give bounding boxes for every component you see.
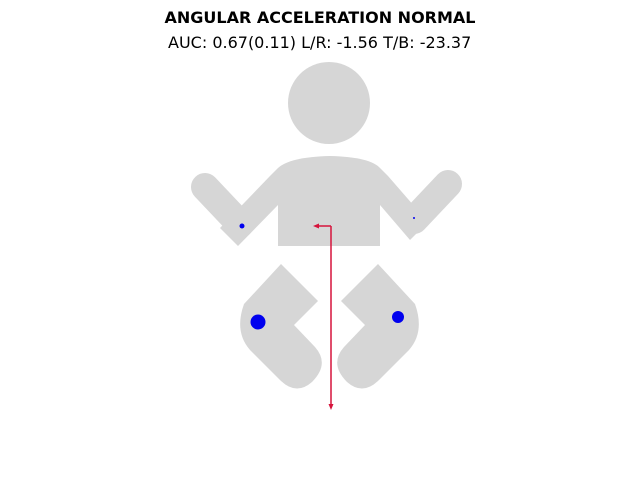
arrow-top-bottom-head [328,404,334,410]
right-leg-shape [337,264,419,389]
head-shape [288,62,370,144]
direction-arrows [313,223,334,410]
marker-right-leg [392,311,404,323]
marker-left-hand [239,223,245,229]
marker-left-leg [250,314,266,330]
marker-right-hand [413,217,415,219]
baby-figure [191,62,462,410]
torso-shape [278,156,380,246]
